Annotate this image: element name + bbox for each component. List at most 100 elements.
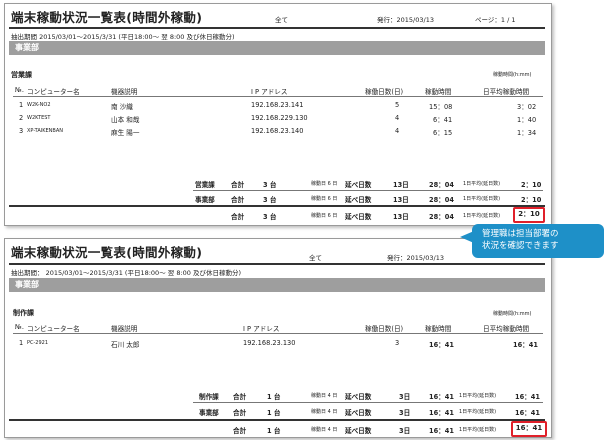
- callout-line-2: 状況を確認できます: [482, 241, 559, 251]
- subtotal-avg: 16：41: [515, 393, 540, 401]
- subtotal-total: 合計: [233, 409, 247, 417]
- subtotal-label: 事業部: [195, 196, 215, 204]
- row-no: 3: [19, 127, 24, 135]
- row-no: 1: [19, 339, 24, 347]
- unit-label: 稼動時間(h:mm): [493, 311, 532, 317]
- subtotal-nobe-days: 3日: [399, 409, 411, 417]
- row-ip: 192.168.23.141: [251, 101, 304, 109]
- row-time: 6：15: [433, 129, 453, 137]
- report-title: 端末稼動状況一覧表(時間外稼動): [11, 245, 203, 260]
- grand-total-label: 合計: [231, 213, 245, 221]
- subtotal-label: 制作課: [199, 393, 219, 401]
- grand-total-nobe: 延べ日数: [345, 427, 372, 435]
- subtotal-label: 事業部: [199, 409, 219, 417]
- subtotal-time: 28：04: [429, 196, 454, 204]
- grand-total-label: 合計: [233, 427, 247, 435]
- col-avg: 日平均稼動時間: [483, 325, 530, 333]
- subtotal-count: 3 台: [263, 181, 277, 189]
- row-device-desc: 南 沙織: [111, 103, 133, 111]
- col-days: 稼働日数(日): [365, 88, 404, 96]
- subtotal-time: 28：04: [429, 181, 454, 189]
- grand-total-avg-highlight: 2：10: [513, 207, 545, 223]
- subtotal-nobe: 延べ日数: [345, 409, 372, 417]
- subtotal-days-label: 稼動日 4 日: [311, 393, 338, 399]
- row-no: 2: [19, 114, 24, 122]
- row-time: 15：08: [429, 103, 453, 111]
- grand-total-avg-label: 1日平均(延日数): [459, 427, 497, 433]
- report-sheet-2: 端末稼動状況一覧表(時間外稼動) 全て 発行：2015/03/13 抽出期間： …: [4, 238, 552, 438]
- subtotal-avg-label: 1日平均(延日数): [459, 409, 497, 415]
- subtotal-days-label: 稼動日 6 日: [311, 196, 338, 202]
- row-computer-name: XP-TAIKENBAN: [27, 128, 64, 134]
- subtotal-count: 3 台: [263, 196, 277, 204]
- subtotal-avg-label: 1日平均(延日数): [463, 196, 501, 202]
- report-sheet-1: 端末稼動状況一覧表(時間外稼動) 全て 発行：2015/03/13 ページ：1 …: [4, 3, 552, 226]
- subtotal-avg: 16：41: [515, 409, 540, 417]
- row-ip: 192.168.229.130: [251, 114, 308, 122]
- col-no: №.: [15, 323, 24, 331]
- subtotal-total: 合計: [231, 196, 245, 204]
- subtotal-days-label: 稼動日 4 日: [311, 409, 338, 415]
- grand-total-nobe: 延べ日数: [345, 213, 372, 221]
- subtotal-count: 1 台: [267, 409, 281, 417]
- grand-total-rule: [9, 205, 545, 207]
- report-scope: 全て: [309, 254, 322, 262]
- subtotal-nobe-days: 13日: [393, 196, 409, 204]
- department-band: 事業部: [9, 278, 545, 292]
- grand-total-nobe-days: 3日: [399, 427, 411, 435]
- row-time: 16：41: [429, 341, 454, 349]
- report-issued: 発行：2015/03/13: [387, 254, 444, 262]
- row-device-desc: 麻生 陽一: [111, 129, 140, 137]
- title-rule: [9, 263, 545, 265]
- department-band: 事業部: [9, 41, 545, 55]
- report-issued: 発行：2015/03/13: [377, 16, 434, 24]
- subtotal-nobe-days: 13日: [393, 181, 409, 189]
- subtotal-count: 1 台: [267, 393, 281, 401]
- row-avg: 1：40: [517, 116, 537, 124]
- section-label: 制作課: [13, 309, 34, 317]
- subtotal-nobe-days: 3日: [399, 393, 411, 401]
- header-rule: [13, 333, 543, 334]
- col-time: 稼動時間: [425, 325, 452, 333]
- col-computer-name: コンピューター名: [27, 325, 80, 333]
- row-days: 3: [395, 339, 400, 347]
- subtotal-days-label: 稼動日 6 日: [311, 181, 338, 187]
- report-scope: 全て: [275, 16, 288, 24]
- row-days: 5: [395, 101, 400, 109]
- col-no: №.: [15, 86, 24, 94]
- row-computer-name: W2K-NO2: [27, 102, 51, 108]
- title-rule: [9, 27, 545, 29]
- extraction-period: 抽出期間： 2015/03/01～2015/3/31 (平日18:00～ 翌 8…: [11, 269, 242, 277]
- subtotal-avg-label: 1日平均(延日数): [459, 393, 497, 399]
- header-rule: [13, 96, 543, 97]
- subtotal-nobe: 延べ日数: [345, 181, 372, 189]
- grand-total-count: 3 台: [263, 213, 277, 221]
- row-no: 1: [19, 101, 24, 109]
- grand-total-rule: [9, 419, 545, 421]
- subtotal-total: 合計: [233, 393, 247, 401]
- subtotal-avg: 2：10: [521, 181, 542, 189]
- row-ip: 192.168.23.130: [243, 339, 296, 347]
- info-callout: 管理職は担当部署の 状況を確認できます: [472, 224, 604, 258]
- grand-total-nobe-days: 13日: [393, 213, 409, 221]
- subtotal-rule: [193, 402, 543, 403]
- row-time: 6：41: [433, 116, 453, 124]
- row-avg: 16：41: [513, 341, 538, 349]
- subtotal-nobe: 延べ日数: [345, 196, 372, 204]
- grand-total-days-label: 稼動日 6 日: [311, 213, 338, 219]
- grand-total-avg-highlight: 16：41: [511, 421, 547, 437]
- col-ip: I P アドレス: [243, 325, 280, 333]
- callout-line-1: 管理職は担当部署の: [482, 229, 559, 239]
- subtotal-nobe: 延べ日数: [345, 393, 372, 401]
- row-days: 4: [395, 114, 400, 122]
- report-page: ページ：1 / 1: [475, 16, 516, 24]
- row-computer-name: W2KTEST: [27, 115, 51, 121]
- col-computer-name: コンピューター名: [27, 88, 80, 96]
- subtotal-label: 営業課: [195, 181, 215, 189]
- subtotal-time: 16：41: [429, 409, 454, 417]
- extraction-period: 抽出期間 2015/03/01～2015/3/31 (平日18:00～ 翌 8:…: [11, 33, 235, 41]
- grand-total-time: 28：04: [429, 213, 454, 221]
- grand-total-count: 1 台: [267, 427, 281, 435]
- grand-total-time: 16：41: [429, 427, 454, 435]
- row-avg: 3：02: [517, 103, 537, 111]
